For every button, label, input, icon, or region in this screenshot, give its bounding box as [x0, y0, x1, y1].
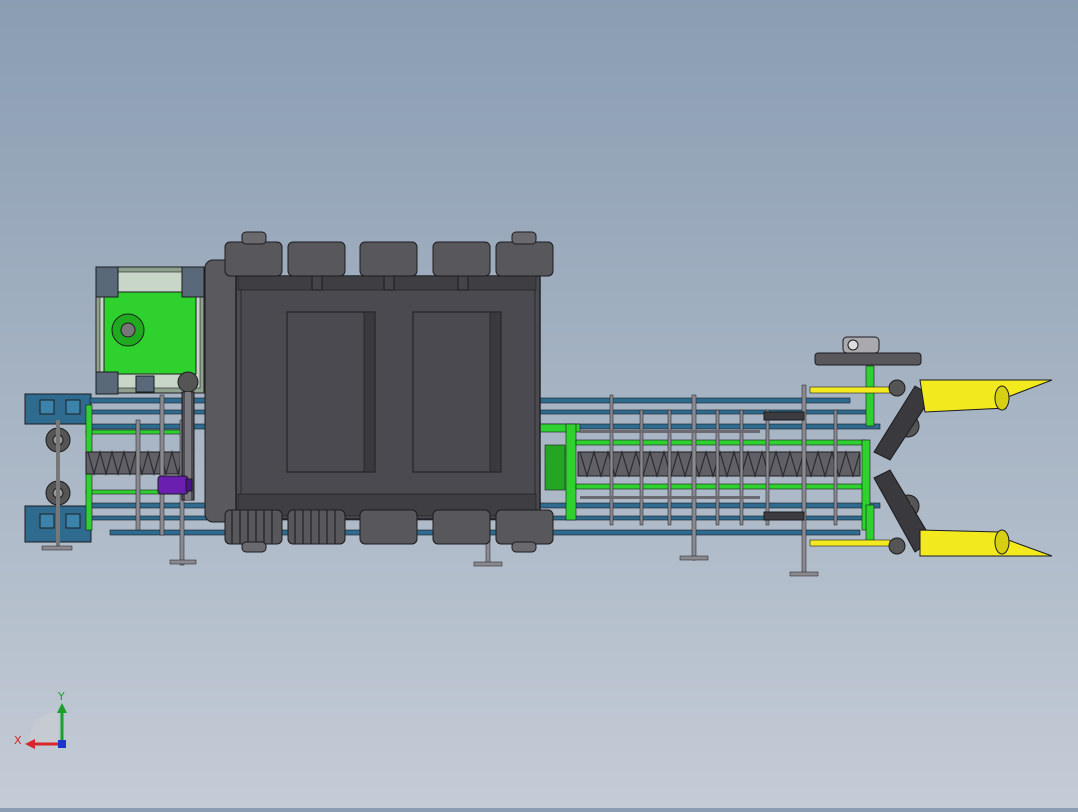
main-hopper-body	[204, 259, 541, 523]
triad-x-label: X	[14, 734, 22, 747]
diverter-arms	[873, 385, 933, 553]
wheels-bottom	[224, 509, 554, 553]
triad-y-label: Y	[57, 690, 65, 703]
front-platform	[814, 336, 922, 366]
yellow-crop-dividers	[919, 379, 1053, 557]
model-viewport[interactable]: Y X	[0, 0, 1078, 808]
coordinate-triad-icon	[25, 703, 67, 749]
gearbox-housing	[95, 266, 205, 395]
left-end-bearing-blocks	[24, 393, 92, 550]
purple-motor	[157, 475, 193, 495]
